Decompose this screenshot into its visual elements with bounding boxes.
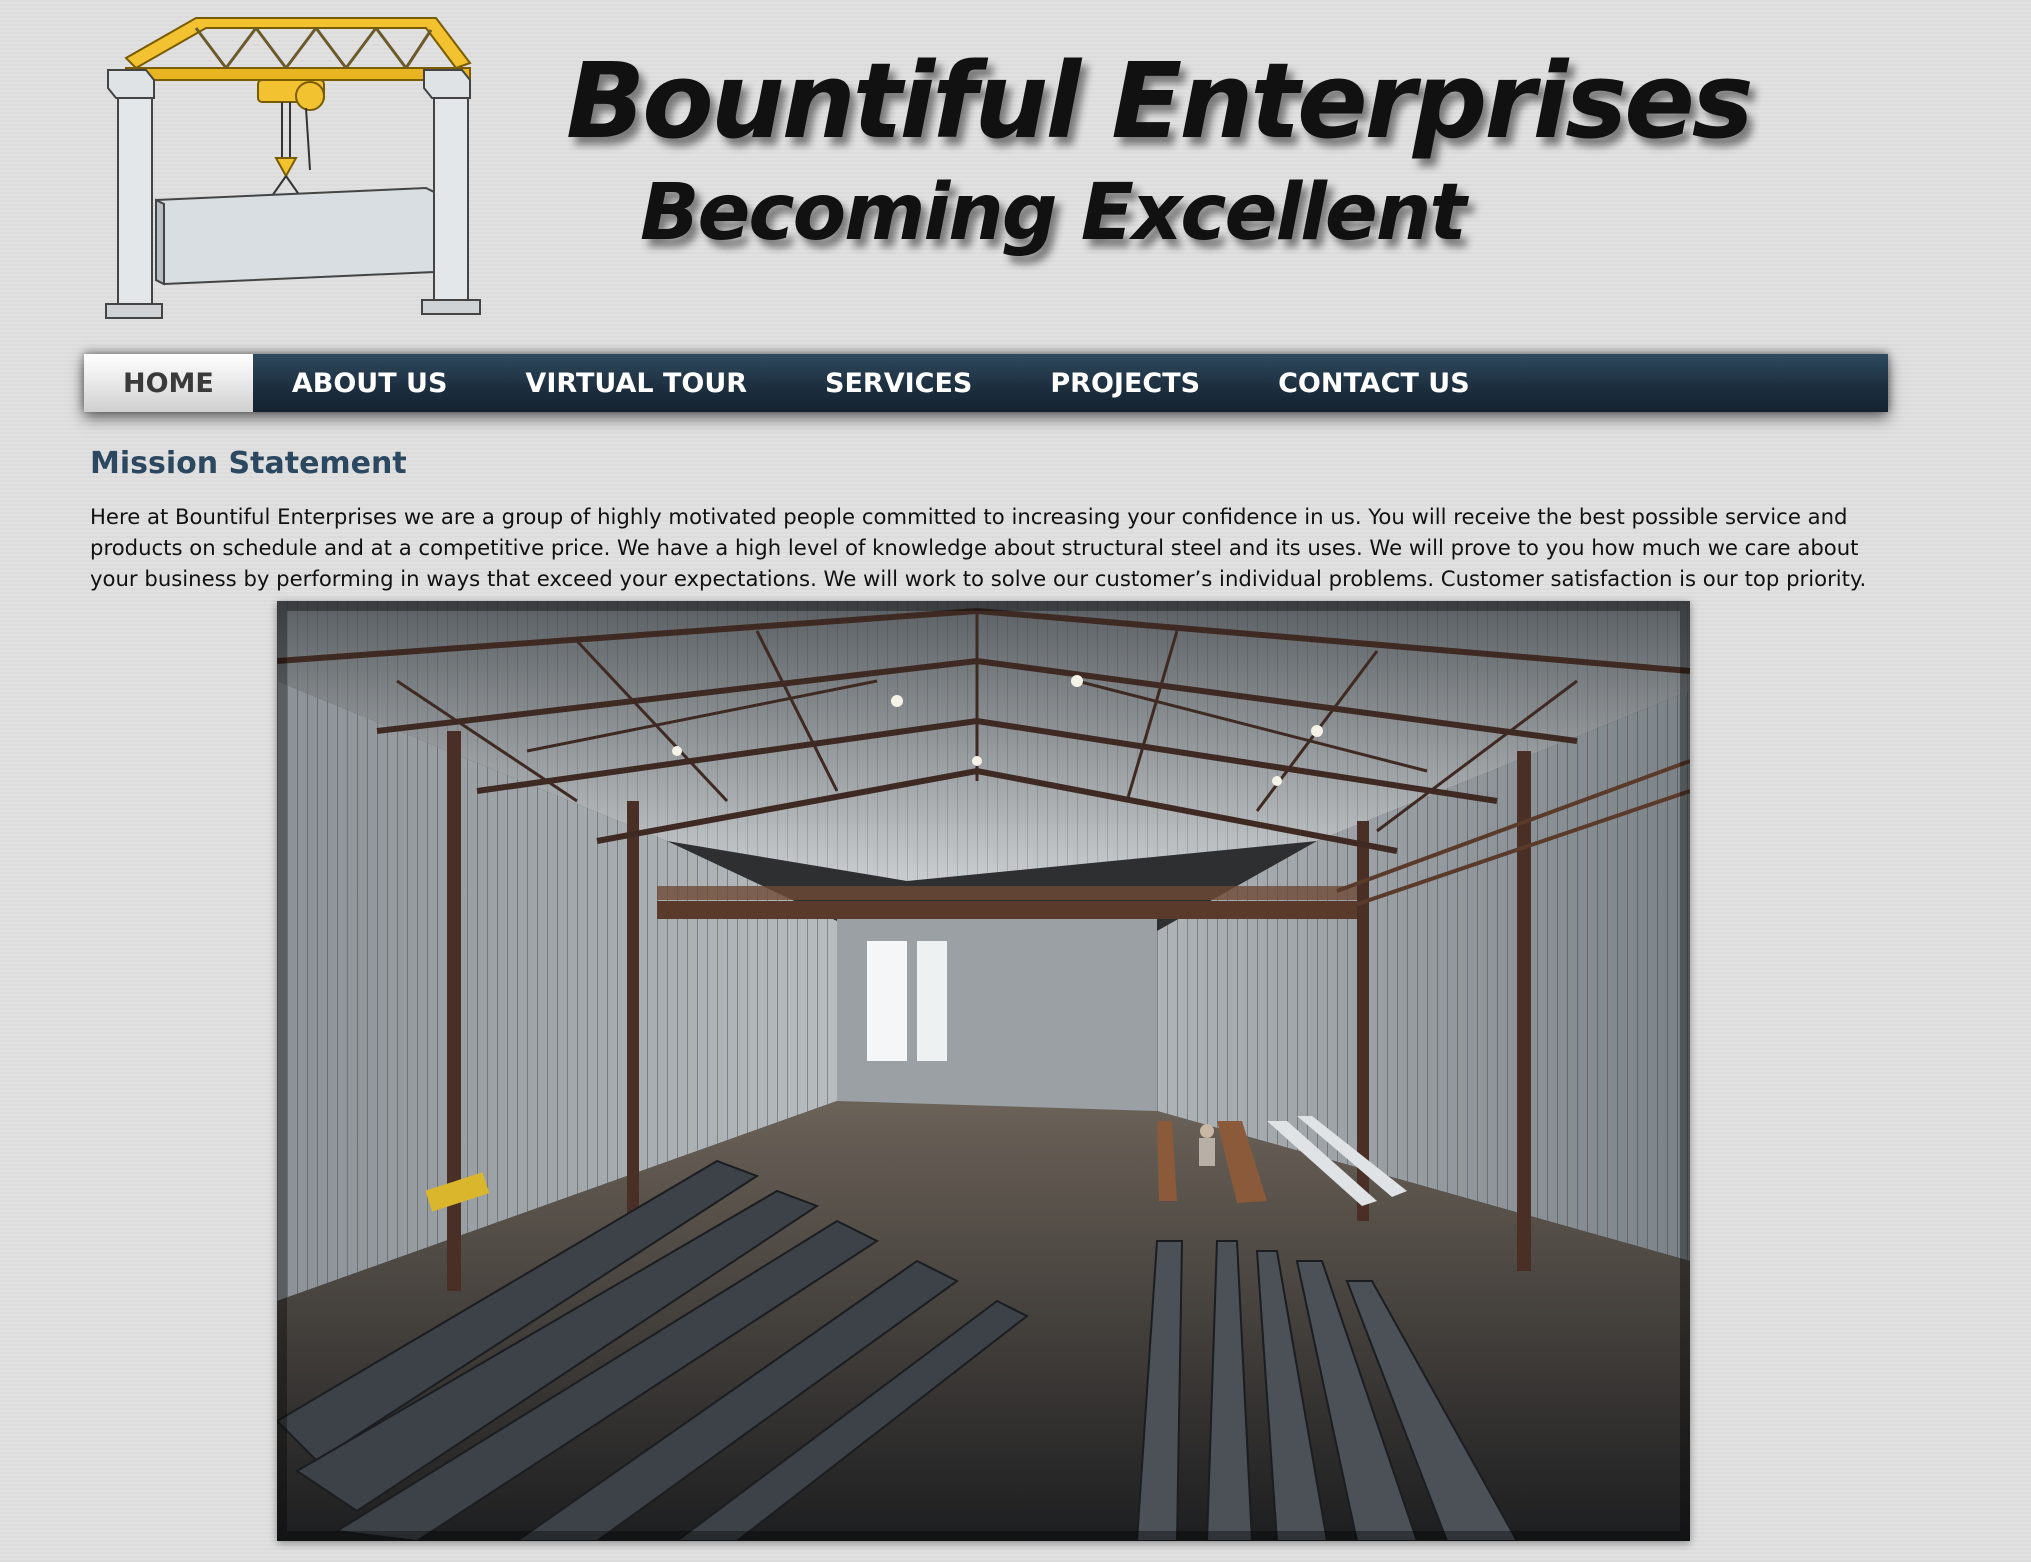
nav-item-about-us[interactable]: ABOUT US: [253, 354, 487, 412]
main-nav: HOME ABOUT US VIRTUAL TOUR SERVICES PROJ…: [84, 354, 1888, 412]
nav-item-home[interactable]: HOME: [84, 354, 253, 412]
nav-item-services[interactable]: SERVICES: [786, 354, 1011, 412]
main-content: Mission Statement Here at Bountiful Ente…: [90, 446, 1890, 594]
nav-item-contact-us[interactable]: CONTACT US: [1239, 354, 1509, 412]
gantry-crane-logo[interactable]: [96, 8, 496, 330]
warehouse-interior-photo: [277, 601, 1690, 1541]
mission-heading: Mission Statement: [90, 446, 407, 481]
brand-title: Bountiful Enterprises: [566, 40, 1754, 162]
brand-banner: Bountiful Enterprises Becoming Excellent: [566, 40, 1754, 270]
nav-item-projects[interactable]: PROJECTS: [1011, 354, 1239, 412]
nav-item-virtual-tour[interactable]: VIRTUAL TOUR: [486, 354, 786, 412]
brand-tagline: Becoming Excellent: [640, 168, 1467, 258]
site-header: Bountiful Enterprises Becoming Excellent: [0, 0, 2031, 340]
mission-text: Here at Bountiful Enterprises we are a g…: [90, 504, 1867, 591]
